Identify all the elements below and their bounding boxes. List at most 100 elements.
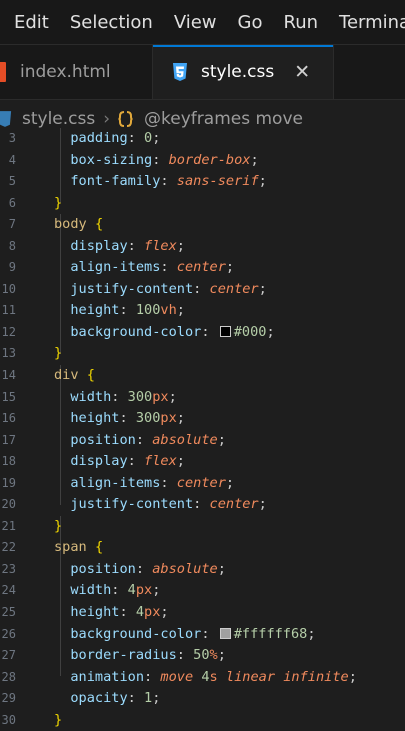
code-token: 1: [144, 690, 153, 707]
code-text: box-sizing: border-box;: [54, 150, 259, 172]
code-token: {: [86, 367, 95, 384]
code-token: :: [127, 130, 145, 146]
code-line[interactable]: 13}: [0, 343, 405, 365]
code-text: justify-content: center;: [54, 494, 266, 516]
code-token: center: [176, 474, 226, 491]
code-token: position: [70, 431, 136, 448]
code-token: 4: [201, 668, 210, 685]
color-swatch[interactable]: [219, 627, 231, 639]
code-line[interactable]: 11 height: 100vh;: [0, 300, 405, 322]
menu-terminal[interactable]: Terminal: [339, 12, 405, 33]
code-token: ;: [217, 647, 226, 664]
code-text: background-color: #ffffff68;: [54, 624, 316, 646]
code-token: ;: [217, 560, 226, 577]
code-token: px: [135, 582, 153, 599]
line-number: 21: [1, 518, 16, 533]
code-line[interactable]: 16 height: 300px;: [0, 408, 405, 430]
code-token: background-color: [70, 323, 202, 340]
code-token: 300: [127, 388, 153, 405]
code-token: s: [209, 668, 218, 685]
code-text: width: 300px;: [54, 387, 177, 409]
code-line[interactable]: 26 background-color: #ffffff68;: [0, 624, 405, 646]
code-text: height: 100vh;: [54, 300, 185, 322]
tab-index-html[interactable]: index.html: [0, 45, 153, 99]
close-icon[interactable]: ✕: [294, 61, 310, 83]
code-line[interactable]: 10 justify-content: center;: [0, 279, 405, 301]
code-line[interactable]: 27 border-radius: 50%;: [0, 645, 405, 667]
line-number: 5: [8, 174, 16, 189]
code-token: ;: [250, 151, 259, 168]
code-line[interactable]: 14 div {: [0, 365, 405, 387]
code-text: position: absolute;: [54, 559, 226, 581]
code-line[interactable]: 9 align-items: center;: [0, 257, 405, 279]
code-line[interactable]: 5 font-family: sans-serif;: [0, 171, 405, 193]
code-line[interactable]: 22 span {: [0, 537, 405, 559]
code-token: absolute: [152, 560, 218, 577]
code-token: 0: [144, 130, 153, 146]
color-swatch[interactable]: [219, 325, 231, 337]
line-number: 27: [1, 648, 16, 663]
code-text: justify-content: center;: [54, 279, 267, 301]
menu-edit[interactable]: Edit: [14, 12, 49, 33]
code-line[interactable]: 25 height: 4px;: [0, 602, 405, 624]
line-number: 20: [1, 497, 16, 512]
code-token: ;: [258, 173, 267, 190]
code-line[interactable]: 15 width: 300px;: [0, 387, 405, 409]
code-token: :: [135, 431, 153, 448]
code-line[interactable]: 3 padding: 0;: [0, 128, 405, 150]
code-line[interactable]: 18 display: flex;: [0, 451, 405, 473]
code-line[interactable]: 19 align-items: center;: [0, 473, 405, 495]
code-token: :: [201, 625, 218, 642]
line-number: 17: [1, 432, 16, 447]
code-line[interactable]: 24 width: 4px;: [0, 580, 405, 602]
code-token: opacity: [70, 690, 128, 707]
code-editor[interactable]: 3 padding: 0; 4 box-sizing: border-box; 5 …: [0, 128, 405, 731]
line-number: 29: [1, 691, 16, 706]
menu-run[interactable]: Run: [284, 12, 319, 33]
breadcrumb-file[interactable]: style.css: [22, 109, 95, 129]
tab-style-css[interactable]: style.css ✕: [153, 45, 334, 99]
css-file-icon: [171, 62, 189, 82]
code-line[interactable]: 30}: [0, 710, 405, 731]
breadcrumb-symbol[interactable]: @keyframes move: [144, 109, 303, 129]
menu-go[interactable]: Go: [238, 12, 263, 33]
code-line[interactable]: 12 background-color: #000;: [0, 322, 405, 344]
code-token: border-radius: [70, 647, 177, 664]
line-number: 24: [1, 583, 16, 598]
code-line[interactable]: 6}: [0, 193, 405, 215]
line-number: 10: [1, 281, 16, 296]
code-token: ;: [307, 625, 316, 642]
code-token: :: [111, 582, 128, 599]
menu-selection[interactable]: Selection: [70, 12, 153, 33]
code-line[interactable]: 4 box-sizing: border-box;: [0, 150, 405, 172]
code-token: ;: [152, 690, 161, 707]
code-token: :: [127, 453, 145, 470]
code-line[interactable]: 29 opacity: 1;: [0, 688, 405, 710]
line-number: 28: [1, 669, 16, 684]
menu-view[interactable]: View: [174, 12, 217, 33]
code-token: animation: [70, 668, 145, 685]
code-token: {: [94, 216, 104, 233]
code-text: align-items: center;: [54, 257, 234, 279]
code-line[interactable]: 20 justify-content: center;: [0, 494, 405, 516]
code-token: ;: [168, 388, 177, 405]
code-line[interactable]: 17 position: absolute;: [0, 430, 405, 452]
code-line[interactable]: 7 body {: [0, 214, 405, 236]
code-token: ;: [258, 280, 267, 297]
code-line[interactable]: 23 position: absolute;: [0, 559, 405, 581]
code-token: ;: [225, 259, 235, 276]
code-token: center: [209, 280, 259, 297]
code-token: 300: [135, 410, 161, 427]
code-token: align-items: [70, 474, 161, 491]
code-line[interactable]: 28 animation: move 4s linear infinite;: [0, 667, 405, 689]
code-line[interactable]: 21}: [0, 516, 405, 538]
code-line[interactable]: 8 display: flex;: [0, 236, 405, 258]
